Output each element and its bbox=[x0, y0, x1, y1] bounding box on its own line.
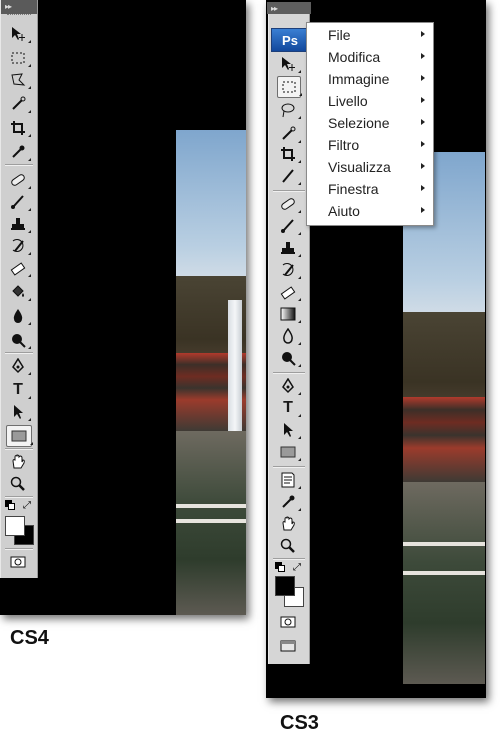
healing-brush-icon[interactable] bbox=[277, 194, 301, 214]
chevron-right-icon bbox=[421, 97, 425, 103]
path-selection-icon[interactable] bbox=[277, 420, 301, 440]
chevron-right-icon bbox=[421, 53, 425, 59]
path-selection-icon[interactable] bbox=[7, 402, 31, 422]
history-brush-icon[interactable] bbox=[7, 236, 31, 256]
paint-bucket-icon[interactable] bbox=[7, 282, 31, 302]
dodge-icon[interactable] bbox=[7, 330, 31, 350]
gradient-icon[interactable] bbox=[277, 304, 301, 324]
menu-item-filtro[interactable]: Filtro bbox=[307, 134, 433, 156]
tools-panel-cs4: ▸▸ T ⤢ bbox=[0, 0, 38, 578]
photo-canvas-cs4 bbox=[176, 130, 246, 615]
screen-mode-icon[interactable] bbox=[277, 636, 299, 656]
menu-item-modifica[interactable]: Modifica bbox=[307, 46, 433, 68]
pen-icon[interactable] bbox=[7, 356, 31, 376]
quick-mask-icon[interactable] bbox=[7, 552, 29, 572]
chevron-right-icon bbox=[421, 207, 425, 213]
foreground-color-swatch[interactable] bbox=[275, 576, 295, 596]
magic-wand-icon[interactable] bbox=[7, 94, 31, 114]
pen-icon[interactable] bbox=[277, 376, 301, 396]
magic-wand-icon[interactable] bbox=[277, 124, 301, 144]
menu-item-immagine[interactable]: Immagine bbox=[307, 68, 433, 90]
zoom-icon[interactable] bbox=[7, 474, 29, 494]
tools-panel-cs3: ▸▸ Ps T ⤢ bbox=[267, 2, 311, 664]
eraser-icon[interactable] bbox=[7, 258, 31, 278]
chevron-right-icon bbox=[421, 31, 425, 37]
type-icon[interactable]: T bbox=[7, 380, 31, 400]
crop-icon[interactable] bbox=[277, 144, 301, 164]
default-colors-icon[interactable] bbox=[275, 562, 285, 572]
default-colors-icon[interactable] bbox=[5, 500, 15, 510]
menu-item-aiuto[interactable]: Aiuto bbox=[307, 200, 433, 222]
menu-item-file[interactable]: File bbox=[307, 24, 433, 46]
cs4-window: ▸▸ T ⤢ bbox=[0, 0, 246, 615]
brush-icon[interactable] bbox=[7, 192, 31, 212]
menu-item-finestra[interactable]: Finestra bbox=[307, 178, 433, 200]
crop-icon[interactable] bbox=[7, 118, 31, 138]
chevron-right-icon bbox=[421, 185, 425, 191]
chevron-right-icon bbox=[421, 163, 425, 169]
chevron-right-icon bbox=[421, 75, 425, 81]
clone-stamp-icon[interactable] bbox=[7, 214, 31, 234]
menu-item-livello[interactable]: Livello bbox=[307, 90, 433, 112]
menu-item-selezione[interactable]: Selezione bbox=[307, 112, 433, 134]
foreground-color-swatch[interactable] bbox=[5, 516, 25, 536]
lasso-icon[interactable] bbox=[7, 70, 31, 90]
slice-icon[interactable] bbox=[277, 166, 301, 186]
swap-colors-icon[interactable]: ⤢ bbox=[293, 562, 301, 573]
notes-icon[interactable] bbox=[277, 470, 301, 490]
healing-brush-icon[interactable] bbox=[7, 170, 31, 190]
eyedropper-icon[interactable] bbox=[277, 492, 301, 512]
history-brush-icon[interactable] bbox=[277, 260, 301, 280]
clone-stamp-icon[interactable] bbox=[277, 238, 301, 258]
brush-icon[interactable] bbox=[277, 216, 301, 236]
rectangle-shape-icon[interactable] bbox=[6, 425, 33, 447]
move-icon[interactable] bbox=[7, 24, 31, 44]
eraser-icon[interactable] bbox=[277, 282, 301, 302]
panel-grip[interactable]: ▸▸ bbox=[1, 0, 37, 14]
ps-logo-button[interactable]: Ps bbox=[271, 28, 309, 52]
chevron-right-icon bbox=[421, 141, 425, 147]
hand-icon[interactable] bbox=[277, 514, 299, 534]
menu-item-visualizza[interactable]: Visualizza bbox=[307, 156, 433, 178]
zoom-icon[interactable] bbox=[277, 536, 299, 556]
type-icon[interactable]: T bbox=[277, 398, 301, 418]
rectangle-shape-icon[interactable] bbox=[277, 442, 301, 462]
eyedropper-icon[interactable] bbox=[7, 142, 31, 162]
move-icon[interactable] bbox=[277, 54, 301, 74]
ps-logo-menu: File Modifica Immagine Livello Selezione… bbox=[306, 22, 434, 226]
chevron-right-icon bbox=[421, 119, 425, 125]
dodge-icon[interactable] bbox=[277, 348, 301, 368]
quick-mask-icon[interactable] bbox=[277, 612, 299, 632]
panel-grip[interactable]: ▸▸ bbox=[267, 2, 311, 14]
blur-icon[interactable] bbox=[7, 306, 31, 326]
blur-icon[interactable] bbox=[277, 326, 301, 346]
swap-colors-icon[interactable]: ⤢ bbox=[23, 500, 31, 511]
photo-canvas-cs3 bbox=[403, 152, 485, 684]
hand-icon[interactable] bbox=[7, 452, 29, 472]
marquee-icon[interactable] bbox=[277, 76, 302, 98]
cs3-caption: CS3 bbox=[280, 712, 319, 734]
cs3-window: ▸▸ Ps T ⤢ File Modifica Immagine Livello… bbox=[266, 0, 486, 698]
cs4-caption: CS4 bbox=[10, 627, 49, 649]
marquee-icon[interactable] bbox=[7, 48, 31, 68]
lasso-icon[interactable] bbox=[277, 100, 301, 120]
